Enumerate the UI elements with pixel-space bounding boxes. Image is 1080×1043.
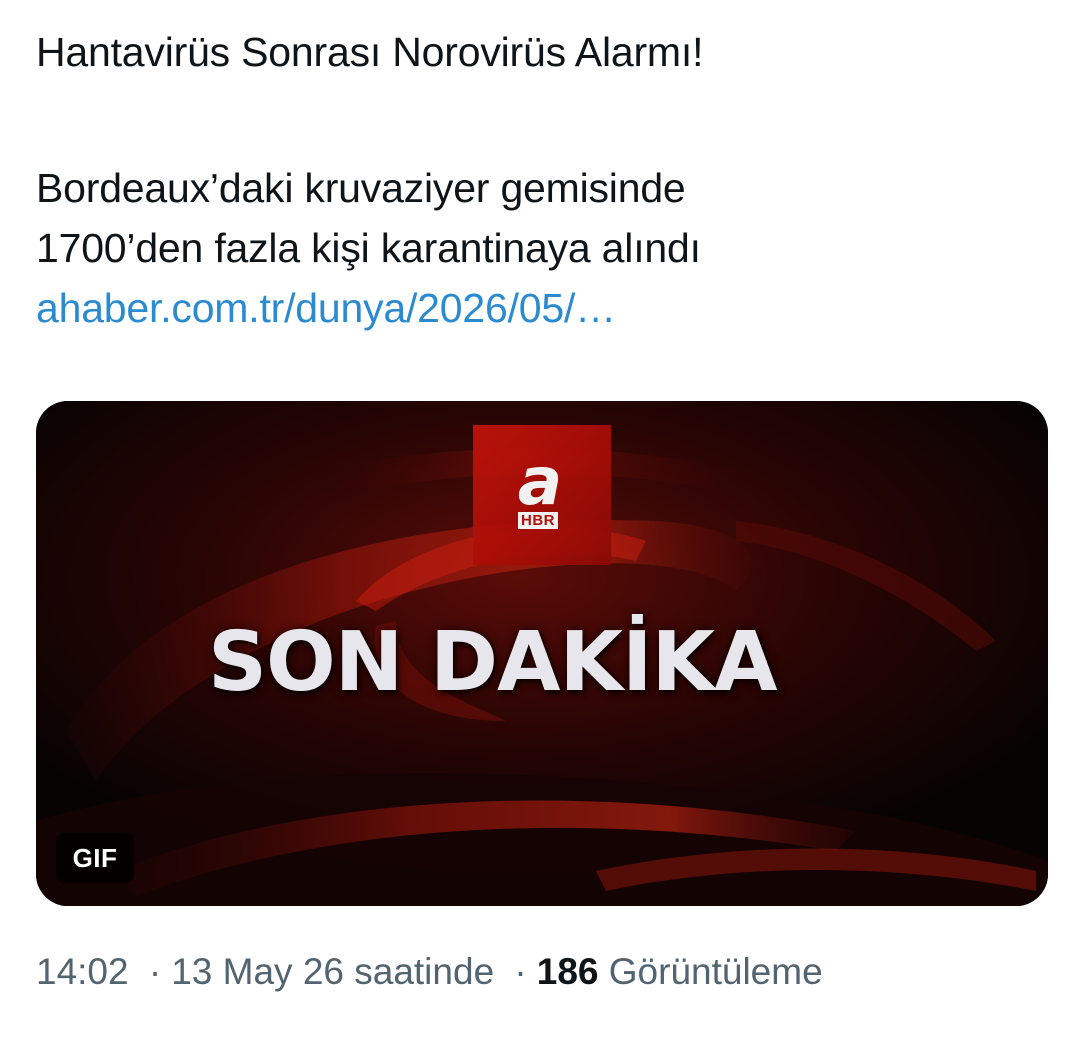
tweet-text: Hantavirüs Sonrası Norovirüs Alarmı! Bor… <box>36 22 1036 338</box>
tweet-title-line: Hantavirüs Sonrası Norovirüs Alarmı! <box>36 29 704 75</box>
tweet-date[interactable]: 13 May 26 saatinde <box>171 951 494 992</box>
gif-badge: GIF <box>56 833 134 883</box>
tweet-meta: 14:02 · 13 May 26 saatinde · 186 Görüntüle… <box>36 945 823 999</box>
tweet: Hantavirüs Sonrası Norovirüs Alarmı! Bor… <box>36 0 1048 1043</box>
tweet-body-line: 1700’den fazla kişi karantinaya alındı <box>36 225 701 271</box>
view-count: 186 <box>536 951 599 992</box>
tweet-body-line: Bordeaux’daki kruvaziyer gemisinde <box>36 165 686 211</box>
article-link[interactable]: ahaber.com.tr/dunya/2026/05/… <box>36 278 1036 338</box>
meta-separator: · <box>514 951 527 992</box>
gif-media[interactable]: a HBR SON DAKİKA GIF <box>36 401 1048 906</box>
ahaber-logo-letter: a <box>517 443 563 520</box>
ahaber-logo-hbr: HBR <box>518 512 558 529</box>
breaking-news-headline: SON DAKİKA <box>208 615 778 710</box>
tweet-time[interactable]: 14:02 <box>36 951 129 992</box>
meta-separator: · <box>148 951 162 992</box>
view-label: Görüntüleme <box>608 951 823 992</box>
